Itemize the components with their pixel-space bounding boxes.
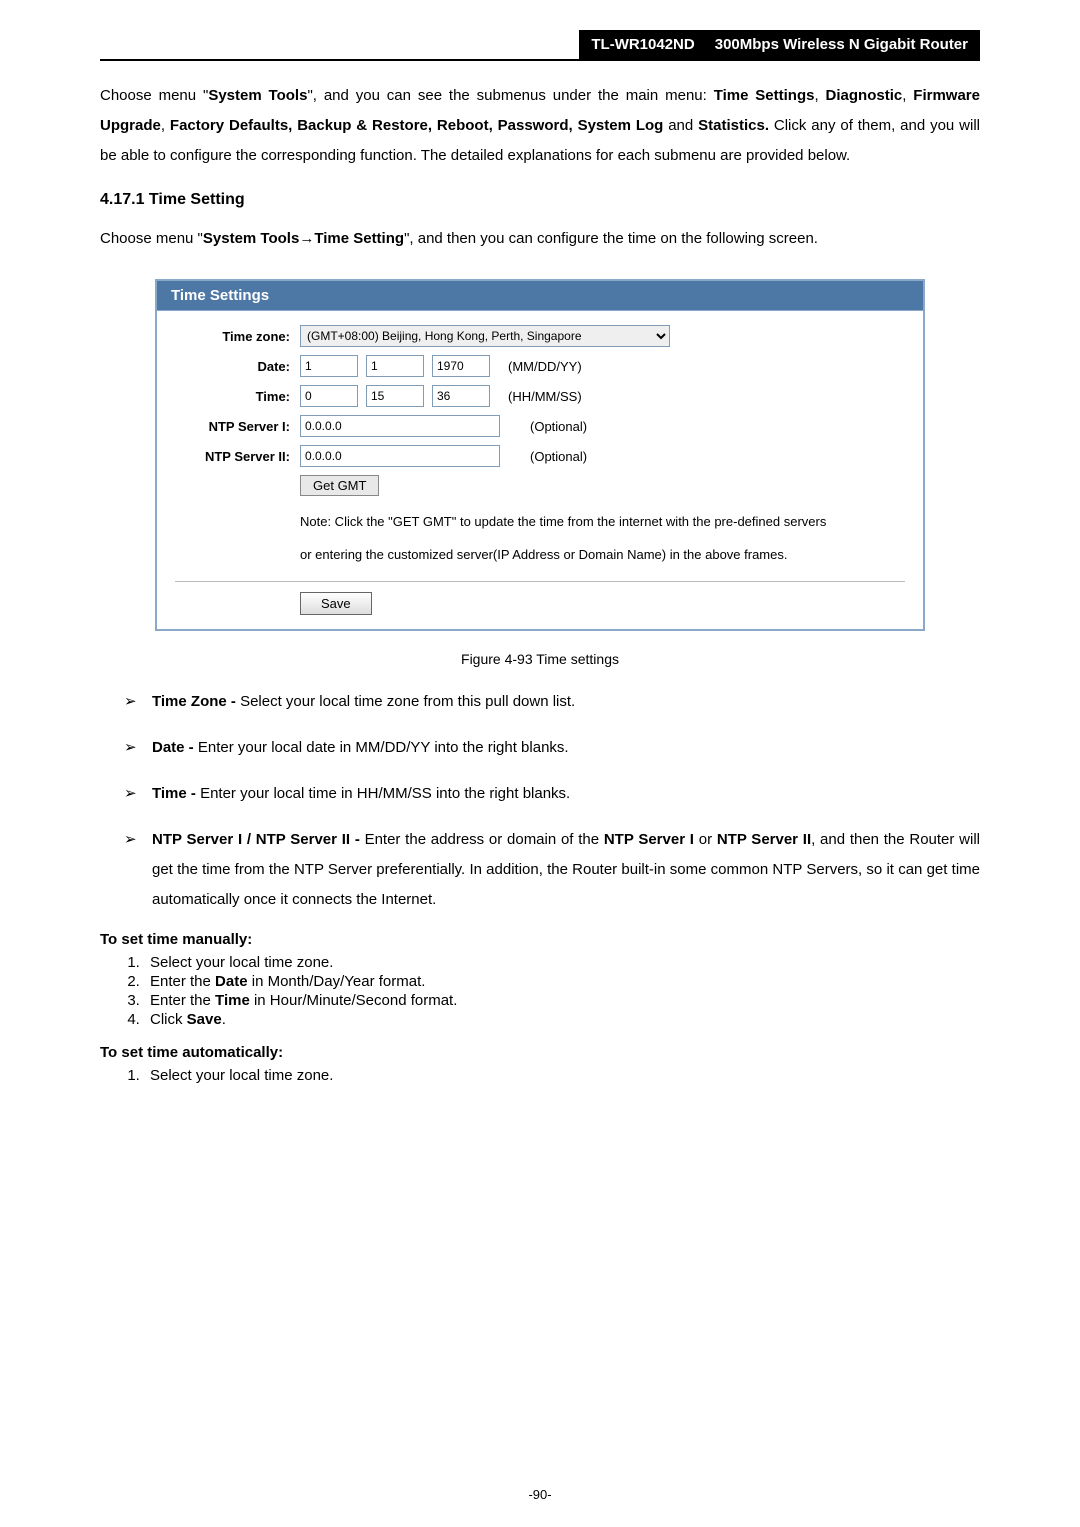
ntp2-label: NTP Server II:	[175, 449, 300, 464]
product-title: 300Mbps Wireless N Gigabit Router	[707, 30, 980, 59]
manual-heading: To set time manually:	[100, 931, 980, 948]
manual-step-2: Enter the Date in Month/Day/Year format.	[144, 973, 980, 990]
page-number: -90-	[0, 1487, 1080, 1502]
ntp1-input[interactable]	[300, 415, 500, 437]
timezone-select[interactable]: (GMT+08:00) Beijing, Hong Kong, Perth, S…	[300, 325, 670, 347]
manual-step-1: Select your local time zone.	[144, 954, 980, 971]
time-minute-input[interactable]	[366, 385, 424, 407]
ntp2-input[interactable]	[300, 445, 500, 467]
panel-divider	[175, 581, 905, 582]
model-number: TL-WR1042ND	[579, 30, 706, 59]
list-item-date: Date - Enter your local date in MM/DD/YY…	[128, 733, 980, 763]
panel-note-line2: or entering the customized server(IP Add…	[175, 543, 905, 566]
auto-step-1: Select your local time zone.	[144, 1067, 980, 1084]
auto-steps: Select your local time zone.	[100, 1067, 980, 1084]
ntp1-label: NTP Server I:	[175, 419, 300, 434]
figure-caption: Figure 4-93 Time settings	[100, 651, 980, 667]
date-label: Date:	[175, 359, 300, 374]
get-gmt-button[interactable]: Get GMT	[300, 475, 379, 496]
manual-step-3: Enter the Time in Hour/Minute/Second for…	[144, 992, 980, 1009]
intro-paragraph: Choose menu "System Tools", and you can …	[100, 81, 980, 171]
save-button[interactable]: Save	[300, 592, 372, 615]
ntp1-optional-note: (Optional)	[530, 419, 587, 434]
time-label: Time:	[175, 389, 300, 404]
section-intro: Choose menu "System Tools→Time Setting",…	[100, 224, 980, 254]
list-item-time: Time - Enter your local time in HH/MM/SS…	[128, 779, 980, 809]
time-hour-input[interactable]	[300, 385, 358, 407]
feature-list: Time Zone - Select your local time zone …	[100, 687, 980, 915]
settings-figure: Time Settings Time zone: (GMT+08:00) Bei…	[155, 279, 925, 631]
date-day-input[interactable]	[366, 355, 424, 377]
timezone-label: Time zone:	[175, 329, 300, 344]
manual-step-4: Click Save.	[144, 1011, 980, 1028]
manual-steps: Select your local time zone. Enter the D…	[100, 954, 980, 1028]
time-settings-panel: Time Settings Time zone: (GMT+08:00) Bei…	[155, 279, 925, 631]
date-month-input[interactable]	[300, 355, 358, 377]
section-heading: 4.17.1 Time Setting	[100, 191, 980, 209]
date-format-note: (MM/DD/YY)	[508, 359, 582, 374]
date-year-input[interactable]	[432, 355, 490, 377]
list-item-timezone: Time Zone - Select your local time zone …	[128, 687, 980, 717]
time-second-input[interactable]	[432, 385, 490, 407]
panel-note-line1: Note: Click the "GET GMT" to update the …	[175, 510, 905, 533]
panel-title: Time Settings	[157, 281, 923, 311]
page-header: TL-WR1042ND 300Mbps Wireless N Gigabit R…	[100, 30, 980, 61]
ntp2-optional-note: (Optional)	[530, 449, 587, 464]
auto-heading: To set time automatically:	[100, 1044, 980, 1061]
list-item-ntp: NTP Server I / NTP Server II - Enter the…	[128, 825, 980, 915]
time-format-note: (HH/MM/SS)	[508, 389, 582, 404]
